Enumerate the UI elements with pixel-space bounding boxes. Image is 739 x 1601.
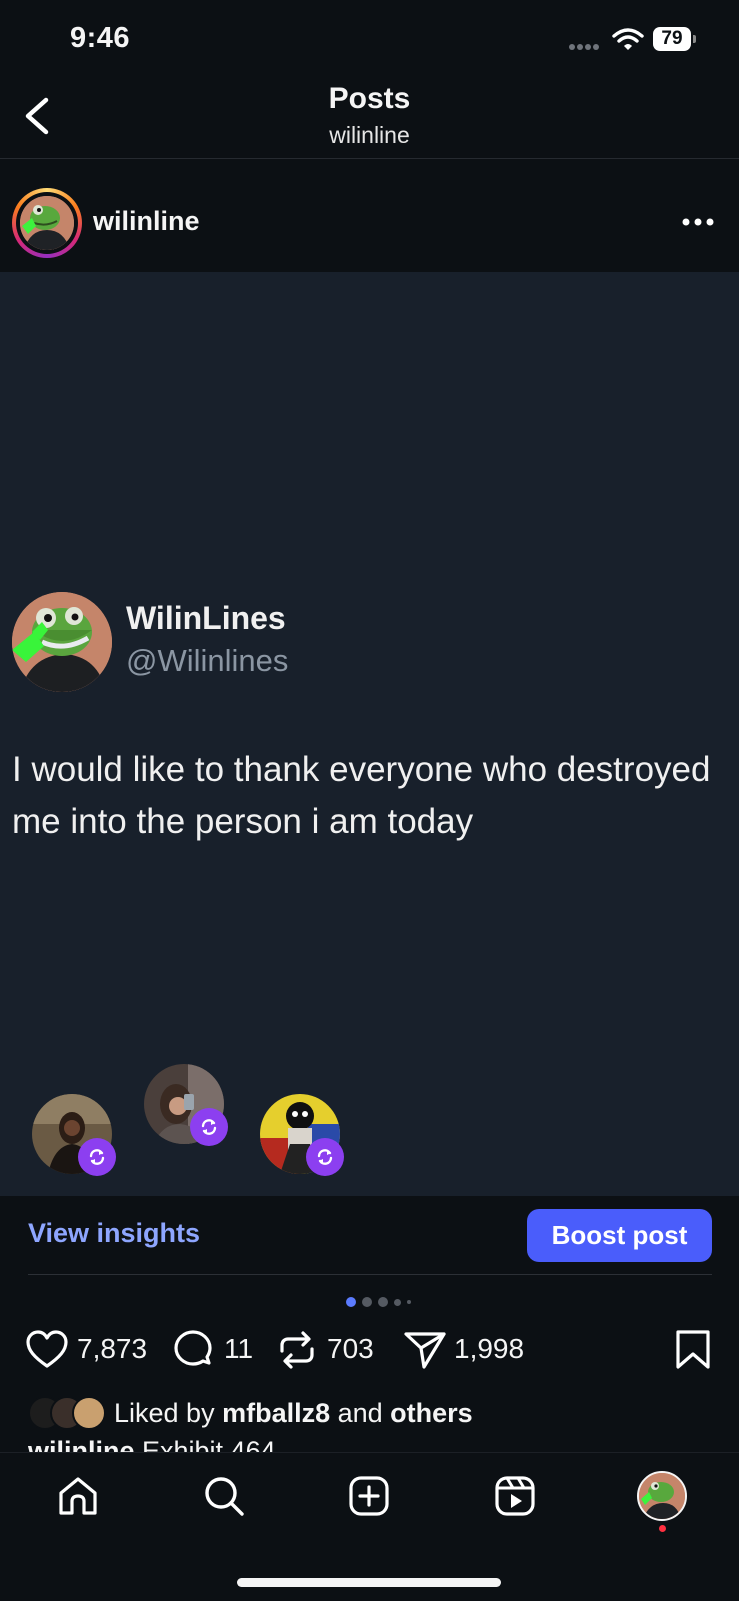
tweet-author-name: WilinLines — [126, 600, 286, 636]
more-options-button[interactable] — [680, 210, 724, 234]
battery-level: 79 — [661, 28, 683, 49]
more-horizontal-icon — [682, 218, 714, 226]
bookmark-icon — [676, 1330, 710, 1369]
pagination-dot — [346, 1297, 356, 1307]
profile-avatar — [637, 1471, 687, 1521]
reels-icon — [495, 1476, 535, 1516]
nav-reels[interactable] — [487, 1468, 543, 1524]
liked-by-text[interactable]: Liked by mfballz8 and others — [114, 1398, 473, 1429]
comment-button[interactable] — [170, 1327, 216, 1373]
home-icon — [59, 1477, 97, 1515]
comment-count[interactable]: 11 — [224, 1333, 253, 1365]
liked-by-middle: and — [330, 1398, 391, 1428]
repost-icon — [280, 1331, 314, 1369]
pagination-dot — [407, 1300, 411, 1304]
boost-post-button[interactable]: Boost post — [527, 1209, 712, 1262]
tweet-author-handle: @Wilinlines — [126, 643, 289, 678]
home-indicator[interactable] — [237, 1578, 501, 1587]
wifi-icon — [612, 28, 644, 52]
status-time: 9:46 — [70, 22, 131, 54]
frog-avatar-image — [20, 196, 74, 250]
page-title: Posts — [328, 82, 411, 115]
share-count[interactable]: 1,998 — [454, 1333, 524, 1365]
caption-username[interactable]: wilinline — [28, 1436, 135, 1452]
heart-icon — [26, 1330, 68, 1368]
like-count[interactable]: 7,873 — [77, 1333, 147, 1365]
liker-avatars[interactable] — [28, 1396, 108, 1430]
repost-badge-icon — [78, 1138, 116, 1176]
header-divider — [0, 158, 739, 159]
nav-profile[interactable] — [634, 1468, 690, 1524]
nav-home[interactable] — [50, 1468, 106, 1524]
notification-dot — [659, 1525, 666, 1532]
liked-by-others[interactable]: others — [390, 1398, 473, 1428]
liked-by-prefix: Liked by — [114, 1398, 223, 1428]
view-insights-link[interactable]: View insights — [28, 1218, 200, 1249]
cellular-signal-icon — [568, 43, 604, 51]
comment-icon — [174, 1330, 212, 1366]
like-button[interactable] — [24, 1327, 70, 1373]
post-author-username[interactable]: wilinline — [93, 206, 200, 237]
search-icon — [205, 1477, 244, 1516]
insights-divider — [28, 1274, 712, 1275]
repost-count[interactable]: 703 — [327, 1333, 374, 1365]
page-subtitle: wilinline — [329, 122, 410, 148]
repost-avatar[interactable] — [260, 1094, 344, 1176]
share-button[interactable] — [402, 1327, 448, 1373]
create-icon — [349, 1476, 389, 1516]
repost-badge-icon — [306, 1138, 344, 1176]
tweet-text: I would like to thank everyone who destr… — [12, 750, 711, 841]
carousel-pagination — [346, 1296, 411, 1308]
liked-by-user[interactable]: mfballz8 — [222, 1398, 330, 1428]
repost-button[interactable] — [274, 1327, 320, 1373]
send-icon — [404, 1332, 446, 1369]
repost-avatar[interactable] — [144, 1064, 228, 1146]
liker-avatar — [72, 1396, 106, 1430]
tweet-author-avatar — [12, 592, 112, 692]
post-caption[interactable]: wilinline Exhibit 464 — [28, 1436, 712, 1452]
save-button[interactable] — [670, 1327, 716, 1373]
battery-icon: 79 — [653, 27, 699, 51]
pagination-dot — [362, 1297, 372, 1307]
post-author-avatar[interactable] — [12, 188, 82, 258]
pagination-dot — [394, 1298, 401, 1306]
caption-text: Exhibit 464 — [134, 1436, 276, 1452]
pagination-dot — [378, 1297, 388, 1307]
nav-create[interactable] — [341, 1468, 397, 1524]
frog-avatar-image — [12, 592, 112, 692]
repost-badge-icon — [190, 1108, 228, 1146]
repost-avatar[interactable] — [32, 1094, 116, 1176]
post-image[interactable] — [0, 272, 739, 1196]
nav-search[interactable] — [196, 1468, 252, 1524]
